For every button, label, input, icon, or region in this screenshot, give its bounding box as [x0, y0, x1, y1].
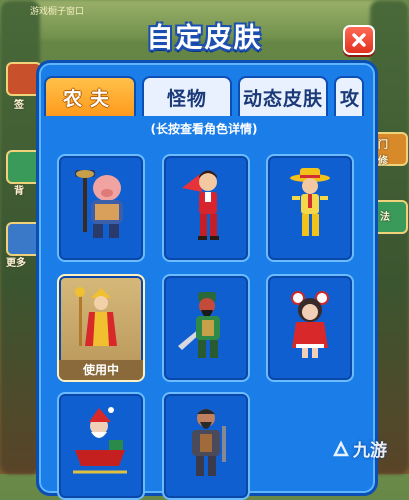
tab-farmer[interactable]: 农夫	[44, 76, 136, 116]
red-hood-girl-figure	[291, 291, 329, 358]
watermark-text: 九游	[353, 441, 387, 461]
skin-slot-yellow-hat[interactable]	[266, 154, 354, 262]
santa-sleigh-figure	[73, 407, 127, 474]
yellow-hat-figure	[290, 168, 330, 236]
close-icon	[352, 33, 366, 47]
background-side-label: 法	[380, 212, 390, 223]
tab-monster[interactable]: 怪物	[141, 76, 232, 116]
close-button[interactable]	[343, 25, 375, 55]
monk-figure	[75, 287, 117, 346]
in-use-label: 使用中	[59, 360, 143, 380]
skin-slot-red-suit[interactable]	[162, 154, 250, 262]
warrior-figure	[192, 409, 226, 476]
skin-slot-santa-sleigh[interactable]	[57, 392, 145, 500]
background-side-label: 门	[378, 140, 388, 151]
background-side-label: 修	[378, 156, 388, 167]
long-press-hint: (长按查看角色详情)	[150, 122, 258, 136]
skin-slot-farmer-pig[interactable]	[57, 154, 145, 262]
tab-dynamic-skin[interactable]: 动态皮肤	[237, 76, 329, 116]
background-side-label: 背	[14, 186, 24, 197]
watermark: 九游	[332, 436, 387, 461]
skin-slot-general[interactable]	[162, 274, 250, 382]
general-figure	[178, 292, 220, 358]
background-side-label: 签	[14, 100, 24, 111]
skin-slot-red-hood-girl[interactable]	[266, 274, 354, 382]
background-side-label: 更多	[6, 258, 26, 269]
red-suit-figure	[182, 170, 219, 240]
farmer-pig-figure	[75, 170, 123, 238]
skin-slot-warrior[interactable]	[162, 392, 250, 500]
skin-slot-monk[interactable]: 使用中	[57, 274, 145, 382]
tab-partial[interactable]: 攻	[334, 76, 364, 116]
category-tabs: 农夫 怪物 动态皮肤 攻	[44, 76, 364, 118]
watermark-logo-icon	[333, 439, 349, 456]
